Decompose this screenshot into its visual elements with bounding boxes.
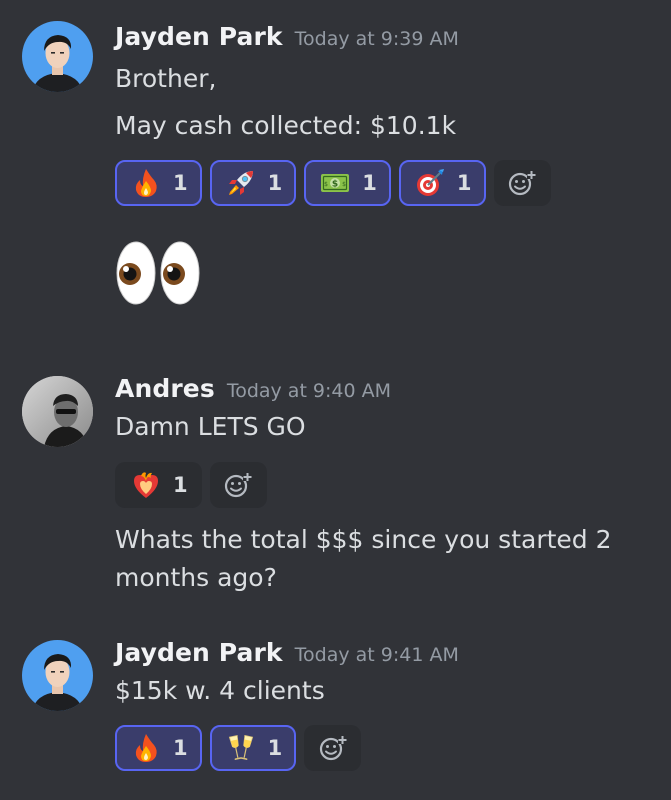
fire-icon bbox=[131, 733, 161, 763]
svg-text:$: $ bbox=[342, 181, 346, 188]
message-text: May cash collected: $10.1k bbox=[115, 111, 457, 140]
reaction-count: 1 bbox=[173, 473, 188, 497]
message-text: Brother, bbox=[115, 64, 217, 93]
reaction-dollar-bill[interactable]: $ $ $ 1 bbox=[304, 160, 391, 206]
message-text: months ago? bbox=[115, 563, 277, 592]
dollar-bill-icon: $ $ $ bbox=[320, 168, 350, 198]
message-text: Damn LETS GO bbox=[115, 412, 306, 441]
timestamp: Today at 9:40 AM bbox=[226, 380, 392, 402]
eyes-icon bbox=[115, 240, 203, 310]
username[interactable]: Jayden Park bbox=[115, 22, 283, 51]
reaction-count: 1 bbox=[267, 736, 283, 760]
heart-on-fire-icon bbox=[131, 470, 161, 500]
add-reaction-icon bbox=[319, 736, 347, 761]
message-header: Andres Today at 9:40 AM bbox=[115, 374, 391, 403]
reaction-target[interactable]: 1 bbox=[398, 160, 486, 206]
reaction-fire[interactable]: 1 bbox=[115, 725, 202, 771]
add-reaction-icon bbox=[225, 473, 253, 498]
fire-icon bbox=[131, 168, 161, 198]
username[interactable]: Jayden Park bbox=[115, 638, 283, 667]
username[interactable]: Andres bbox=[115, 374, 215, 403]
timestamp: Today at 9:39 AM bbox=[294, 28, 459, 50]
avatar[interactable] bbox=[22, 21, 93, 92]
avatar[interactable] bbox=[22, 376, 93, 447]
add-reaction-icon bbox=[508, 171, 536, 196]
avatar[interactable] bbox=[22, 640, 93, 711]
champagne-icon bbox=[226, 733, 256, 763]
svg-text:$: $ bbox=[324, 181, 328, 188]
timestamp: Today at 9:41 AM bbox=[294, 644, 459, 666]
reaction-rocket[interactable]: 1 bbox=[209, 160, 297, 206]
reaction-count: 1 bbox=[267, 171, 283, 195]
chat-message-list: Jayden Park Today at 9:39 AM Brother, May… bbox=[0, 0, 671, 800]
reaction-bar: 1 bbox=[115, 725, 362, 771]
reaction-champagne[interactable]: 1 bbox=[209, 725, 297, 771]
reaction-count: 1 bbox=[362, 171, 377, 195]
reaction-count: 1 bbox=[173, 736, 188, 760]
add-reaction-button[interactable] bbox=[209, 462, 267, 508]
target-icon bbox=[415, 168, 445, 198]
svg-text:$: $ bbox=[332, 180, 338, 190]
rocket-icon bbox=[226, 168, 256, 198]
add-reaction-button[interactable] bbox=[493, 160, 551, 206]
reaction-heart-on-fire[interactable]: 1 bbox=[115, 462, 202, 508]
message-text: Whats the total $$$ since you started 2 bbox=[115, 525, 612, 554]
reaction-bar: 1 bbox=[115, 462, 267, 508]
message-text: $15k w. 4 clients bbox=[115, 676, 325, 705]
reaction-count: 1 bbox=[456, 171, 472, 195]
reaction-fire[interactable]: 1 bbox=[115, 160, 202, 206]
message-header: Jayden Park Today at 9:39 AM bbox=[115, 22, 459, 51]
reaction-count: 1 bbox=[173, 171, 188, 195]
add-reaction-button[interactable] bbox=[304, 725, 362, 771]
message-header: Jayden Park Today at 9:41 AM bbox=[115, 638, 459, 667]
reaction-bar: 1 1 $ $ $ 1 1 bbox=[115, 160, 551, 206]
